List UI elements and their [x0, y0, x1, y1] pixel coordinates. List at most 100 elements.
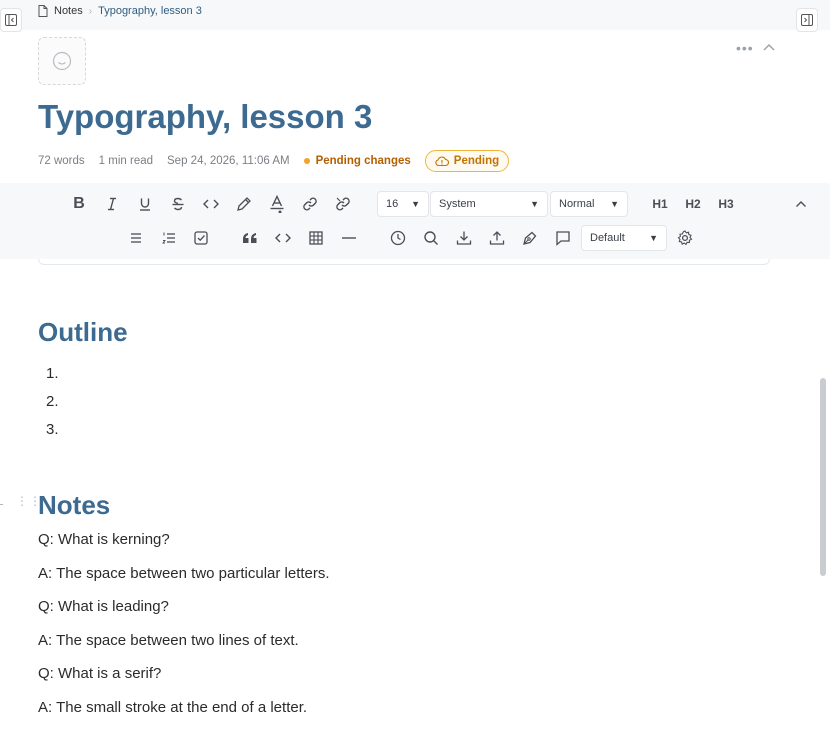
pen-tool-icon	[523, 231, 537, 245]
insert-link-button[interactable]	[297, 191, 323, 217]
list-item[interactable]: 1.	[46, 365, 59, 382]
cloud-warning-icon	[435, 156, 449, 167]
heading1-button[interactable]: H1	[647, 191, 673, 217]
toolbar-bottom-edge	[38, 259, 770, 265]
bold-icon: B	[73, 195, 85, 212]
page-title[interactable]: Typography, lesson 3	[38, 98, 372, 136]
paragraph[interactable]: Q: What is kerning?	[38, 531, 170, 548]
formatting-toolbar: B 16 ▼ System ▼ Normal ▼ H1 H2 H3 Defaul…	[0, 183, 830, 259]
share-button[interactable]	[484, 225, 510, 251]
chevron-down-icon: ▼	[530, 199, 539, 209]
highlight-button[interactable]	[231, 191, 257, 217]
breadcrumb-root[interactable]: Notes	[54, 5, 83, 17]
list-item[interactable]: 2.	[46, 393, 59, 410]
comment-button[interactable]	[550, 225, 576, 251]
settings-button[interactable]	[672, 225, 698, 251]
pending-badge-label: Pending	[453, 155, 500, 167]
text-color-button[interactable]	[264, 191, 290, 217]
horizontal-rule-button[interactable]	[336, 225, 362, 251]
bold-button[interactable]: B	[66, 191, 92, 217]
toggle-right-sidebar-button[interactable]	[796, 8, 818, 32]
heading2-label: H2	[685, 197, 701, 211]
code-block-button[interactable]	[270, 225, 296, 251]
toggle-left-sidebar-button[interactable]	[0, 8, 22, 32]
quote-icon	[243, 233, 257, 243]
italic-button[interactable]	[99, 191, 125, 217]
sync-status-label: Pending changes	[315, 155, 411, 167]
bullet-list-icon	[131, 233, 141, 243]
timestamp: Sep 24, 2026, 11:06 AM	[167, 155, 290, 167]
font-size-select[interactable]: 16 ▼	[377, 191, 429, 217]
smiley-icon	[52, 51, 72, 71]
code-icon	[203, 199, 219, 209]
sync-status: Pending changes	[303, 155, 411, 167]
chevron-up-icon	[763, 44, 775, 51]
underline-icon	[140, 198, 150, 211]
paragraph[interactable]: Q: What is a serif?	[38, 665, 161, 682]
scrollbar-thumb[interactable]	[820, 378, 826, 576]
text-style-select[interactable]: Normal ▼	[550, 191, 628, 217]
list-item[interactable]: 3.	[46, 421, 59, 438]
paragraph[interactable]: A: The small stroke at the end of a lett…	[38, 699, 307, 716]
numbered-list-button[interactable]	[156, 225, 182, 251]
breadcrumb-current[interactable]: Typography, lesson 3	[98, 5, 202, 17]
strikethrough-button[interactable]	[165, 191, 191, 217]
download-icon	[456, 231, 472, 245]
text-style-value: Normal	[559, 198, 595, 210]
collapse-header-button[interactable]	[762, 40, 776, 58]
chevron-down-icon: ▼	[411, 199, 420, 209]
sidebar-right-icon	[801, 14, 813, 26]
sidebar-left-icon	[5, 14, 17, 26]
checklist-button[interactable]	[188, 225, 214, 251]
gear-icon	[677, 230, 693, 246]
bullet-list-button[interactable]	[123, 225, 149, 251]
breadcrumb-separator-icon: ›	[88, 5, 93, 17]
search-icon	[424, 231, 438, 245]
underline-button[interactable]	[132, 191, 158, 217]
unlink-icon	[336, 197, 350, 211]
comment-icon	[556, 231, 570, 246]
chevron-down-icon: ▼	[610, 199, 619, 209]
upload-icon	[489, 231, 505, 245]
paragraph[interactable]: A: The space between two lines of text.	[38, 632, 299, 649]
paragraph[interactable]: A: The space between two particular lett…	[38, 565, 330, 582]
text-color-icon	[270, 195, 284, 213]
font-family-select[interactable]: System ▼	[430, 191, 548, 217]
draw-button[interactable]	[517, 225, 543, 251]
outline-heading[interactable]: Outline	[38, 317, 128, 348]
chevron-down-icon: ▼	[649, 233, 658, 243]
notes-heading[interactable]: Notes	[38, 490, 110, 521]
code-icon	[275, 233, 291, 243]
history-button[interactable]	[385, 225, 411, 251]
download-button[interactable]	[451, 225, 477, 251]
horizontal-rule-icon	[342, 237, 356, 239]
italic-icon	[108, 197, 116, 211]
breadcrumb: Notes › Typography, lesson 3	[38, 5, 202, 17]
word-count: 72 words	[38, 155, 85, 167]
chevron-up-icon	[796, 201, 806, 207]
paragraph[interactable]: Q: What is leading?	[38, 598, 169, 615]
insert-table-button[interactable]	[303, 225, 329, 251]
font-size-value: 16	[386, 198, 399, 210]
more-options-icon[interactable]: •••	[736, 40, 754, 56]
search-button[interactable]	[418, 225, 444, 251]
numbered-list-icon	[162, 232, 175, 244]
heading3-button[interactable]: H3	[713, 191, 739, 217]
blockquote-button[interactable]	[237, 225, 263, 251]
page-icon-picker[interactable]	[38, 37, 86, 85]
block-style-select[interactable]: Default ▼	[581, 225, 667, 251]
pending-badge[interactable]: Pending	[424, 150, 510, 172]
collapse-toolbar-button[interactable]	[788, 191, 814, 217]
checkbox-icon	[194, 231, 208, 245]
heading1-label: H1	[652, 197, 668, 211]
remove-link-button[interactable]	[330, 191, 356, 217]
strikethrough-icon	[172, 197, 184, 211]
inline-code-button[interactable]	[198, 191, 224, 217]
status-dot-icon	[303, 158, 310, 164]
heading2-button[interactable]: H2	[680, 191, 706, 217]
block-style-value: Default	[590, 232, 625, 244]
heading3-label: H3	[718, 197, 734, 211]
clock-icon	[390, 230, 406, 246]
font-family-value: System	[439, 198, 476, 210]
document-icon	[38, 5, 48, 17]
